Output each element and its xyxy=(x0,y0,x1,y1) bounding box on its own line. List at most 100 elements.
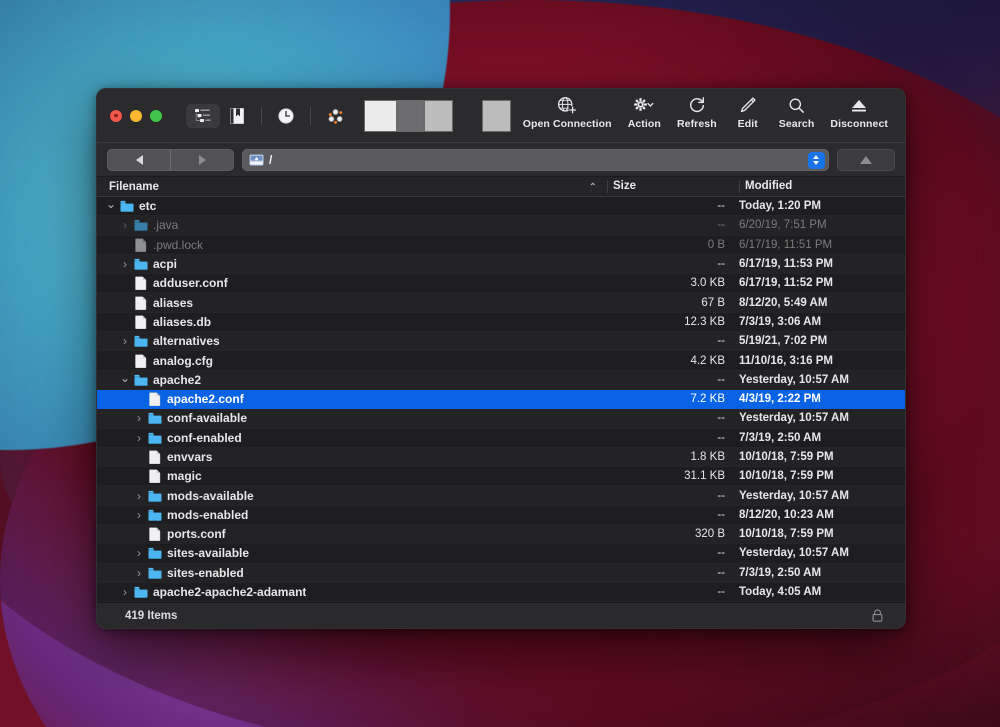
file-modified-cell: 8/12/20, 5:49 AM xyxy=(739,297,827,309)
table-row[interactable]: › conf-available--Yesterday, 10:57 AM xyxy=(97,409,905,428)
action-label: Action xyxy=(628,118,661,130)
file-icon-wrap xyxy=(134,354,153,368)
back-button[interactable] xyxy=(108,150,170,170)
file-icon-wrap xyxy=(134,276,153,290)
file-icon xyxy=(134,354,148,368)
table-row[interactable]: magic31.1 KB10/10/18, 7:59 PM xyxy=(97,467,905,486)
file-browser-list[interactable]: ⌄ etc--Today, 1:20 PM› .java--6/20/19, 7… xyxy=(97,197,905,602)
disconnect-button[interactable]: Disconnect xyxy=(822,94,896,130)
file-size-cell: -- xyxy=(607,509,732,521)
folder-icon xyxy=(134,334,148,348)
table-row[interactable]: aliases67 B8/12/20, 5:49 AM xyxy=(97,293,905,312)
table-row[interactable]: › apache2-apache2-adamant--Today, 4:05 A… xyxy=(97,583,905,602)
column-header-size[interactable]: Size xyxy=(607,180,636,193)
lock-icon[interactable] xyxy=(872,609,883,622)
disclosure-closed-icon[interactable]: › xyxy=(133,412,145,424)
file-name-label: aliases.db xyxy=(153,315,211,329)
toolbar-divider-2 xyxy=(310,107,311,125)
table-row[interactable]: apache2.conf7.2 KB4/3/19, 2:22 PM xyxy=(97,390,905,409)
file-modified-cell: Yesterday, 10:57 AM xyxy=(739,412,849,424)
disclosure-closed-icon[interactable]: › xyxy=(119,219,131,231)
table-row[interactable]: › mods-enabled--8/12/20, 10:23 AM xyxy=(97,506,905,525)
file-icon-wrap xyxy=(148,527,167,541)
disconnect-label: Disconnect xyxy=(830,118,888,130)
file-modified-cell: 4/3/19, 2:22 PM xyxy=(739,393,821,405)
table-row[interactable]: › sites-available--Yesterday, 10:57 AM xyxy=(97,544,905,563)
table-row[interactable]: › sites-enabled--7/3/19, 2:50 AM xyxy=(97,564,905,583)
file-name-label: apache2 xyxy=(153,373,201,387)
file-size-cell: -- xyxy=(607,200,732,212)
file-icon-wrap xyxy=(134,238,153,252)
disclosure-closed-icon[interactable]: › xyxy=(133,490,145,502)
table-row[interactable]: analog.cfg4.2 KB11/10/16, 3:16 PM xyxy=(97,351,905,370)
cyberduck-browser-window: Open Connection xyxy=(96,88,906,629)
table-row[interactable]: adduser.conf3.0 KB6/17/19, 11:52 PM xyxy=(97,274,905,293)
folder-icon xyxy=(148,411,162,425)
file-icon-wrap xyxy=(134,315,153,329)
file-name-label: analog.cfg xyxy=(153,354,213,368)
disclosure-open-icon[interactable]: ⌄ xyxy=(119,373,131,384)
file-modified-cell: 6/17/19, 11:51 PM xyxy=(739,239,832,251)
file-modified-cell: 10/10/18, 7:59 PM xyxy=(739,470,834,482)
disclosure-closed-icon[interactable]: › xyxy=(133,509,145,521)
search-button[interactable]: Search xyxy=(771,94,823,130)
file-size-cell: -- xyxy=(607,490,732,502)
disclosure-closed-icon[interactable]: › xyxy=(133,567,145,579)
action-button[interactable]: Action xyxy=(620,94,669,130)
disclosure-closed-icon[interactable]: › xyxy=(133,432,145,444)
maximize-button[interactable] xyxy=(150,110,162,122)
folder-icon xyxy=(148,431,162,445)
file-size-cell: -- xyxy=(607,335,732,347)
path-field[interactable]: / xyxy=(242,149,829,171)
minimize-button[interactable] xyxy=(130,110,142,122)
close-button[interactable] xyxy=(110,110,122,122)
table-row[interactable]: › .java--6/20/19, 7:51 PM xyxy=(97,216,905,235)
path-history-stepper[interactable] xyxy=(808,152,825,169)
file-modified-cell: 7/3/19, 2:50 AM xyxy=(739,432,821,444)
column-header-filename[interactable]: Filename xyxy=(97,181,159,193)
edit-button[interactable]: Edit xyxy=(725,94,771,130)
table-row[interactable]: aliases.db12.3 KB7/3/19, 3:06 AM xyxy=(97,313,905,332)
table-row[interactable]: ports.conf320 B10/10/18, 7:59 PM xyxy=(97,525,905,544)
refresh-button[interactable]: Refresh xyxy=(669,94,725,130)
file-name-label: conf-enabled xyxy=(167,431,242,445)
refresh-icon xyxy=(688,94,706,116)
history-icon[interactable] xyxy=(269,104,303,128)
folder-icon-wrap xyxy=(148,566,167,580)
toolbar-right-group: Open Connection xyxy=(515,89,905,143)
file-icon xyxy=(134,238,148,252)
open-connection-button[interactable]: Open Connection xyxy=(515,94,620,130)
table-row[interactable]: › mods-available--Yesterday, 10:57 AM xyxy=(97,486,905,505)
file-modified-cell: 6/20/19, 7:51 PM xyxy=(739,219,827,231)
browser-view-icon[interactable] xyxy=(186,104,220,128)
file-name-label: sites-available xyxy=(167,546,249,560)
file-size-cell: -- xyxy=(607,374,732,386)
disclosure-closed-icon[interactable]: › xyxy=(119,335,131,347)
bonjour-icon[interactable] xyxy=(318,104,352,128)
column-header-modified[interactable]: Modified xyxy=(739,180,792,193)
disclosure-open-icon[interactable]: ⌄ xyxy=(105,199,117,210)
status-bar: 419 Items xyxy=(97,602,905,628)
disclosure-closed-icon[interactable]: › xyxy=(119,586,131,598)
table-row[interactable]: ⌄ apache2 -- Yesterday, 10:57 AM xyxy=(97,371,905,390)
folder-icon-wrap xyxy=(148,411,167,425)
table-row[interactable]: ⌄ etc--Today, 1:20 PM xyxy=(97,197,905,216)
traffic-light-controls xyxy=(97,110,162,122)
file-modified-cell: Yesterday, 10:57 AM xyxy=(739,374,849,386)
parent-directory-button[interactable] xyxy=(837,149,895,171)
bookmarks-icon[interactable] xyxy=(220,104,254,128)
table-row[interactable]: .pwd.lock0 B6/17/19, 11:51 PM xyxy=(97,236,905,255)
toolbar-placeholder-3 xyxy=(424,100,453,132)
forward-button[interactable] xyxy=(171,150,233,170)
forward-arrow-icon xyxy=(199,155,206,165)
table-row[interactable]: › alternatives--5/19/21, 7:02 PM xyxy=(97,332,905,351)
open-connection-icon xyxy=(557,94,577,116)
disclosure-closed-icon[interactable]: › xyxy=(119,258,131,270)
disclosure-closed-icon[interactable]: › xyxy=(133,547,145,559)
path-value: / xyxy=(269,153,272,167)
table-row[interactable]: › acpi--6/17/19, 11:53 PM xyxy=(97,255,905,274)
table-row[interactable]: envvars1.8 KB10/10/18, 7:59 PM xyxy=(97,448,905,467)
file-icon xyxy=(148,469,162,483)
search-icon xyxy=(788,94,805,116)
table-row[interactable]: › conf-enabled--7/3/19, 2:50 AM xyxy=(97,429,905,448)
